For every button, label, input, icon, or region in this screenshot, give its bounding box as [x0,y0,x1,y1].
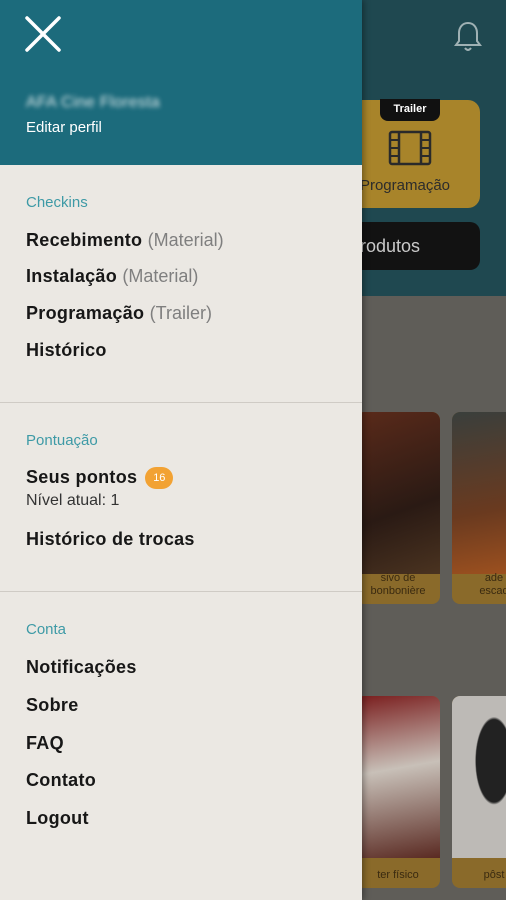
poster-caption: ter físico [377,869,419,881]
current-level: Nível atual: 1 [26,492,120,509]
menu-item-sublabel: (Material) [147,230,224,250]
conta-section-title: Conta [26,621,67,638]
poster-card[interactable]: ade escad [452,412,506,604]
menu-item-label: Histórico [26,340,107,360]
menu-item-label: Recebimento [26,230,143,250]
menu-item-seus-pontos[interactable]: Seus pontos 16 [26,467,174,489]
menu-item-programacao[interactable]: Programação (Trailer) [26,303,212,324]
menu-item-instalacao[interactable]: Instalação (Material) [26,266,198,287]
menu-item-contato[interactable]: Contato [26,770,96,791]
close-icon[interactable] [22,13,64,55]
section-divider [0,591,362,592]
menu-item-sobre[interactable]: Sobre [26,695,79,716]
bell-icon[interactable] [452,20,484,54]
produtos-label: rodutos [360,236,421,256]
menu-item-sublabel: (Trailer) [149,303,212,323]
menu-item-label: Histórico de trocas [26,529,195,549]
menu-item-historico[interactable]: Histórico [26,340,107,361]
menu-item-recebimento[interactable]: Recebimento (Material) [26,230,224,251]
drawer-header: AFA Cine Floresta Editar perfil [0,0,362,165]
menu-item-label: Seus pontos [26,467,138,487]
poster-caption: pôst [483,869,505,881]
poster-card[interactable]: ter físico [356,696,440,888]
poster-card[interactable]: pôst [452,696,506,888]
menu-item-sublabel: (Material) [122,266,199,286]
points-badge: 16 [145,467,174,489]
profile-name: AFA Cine Floresta [26,94,161,111]
edit-profile-link[interactable]: Editar perfil [26,119,102,136]
trailer-tag: Trailer [380,99,440,121]
section-divider [0,402,362,403]
menu-item-label: Programação [26,303,145,323]
poster-caption: sivo de bonbonière [370,572,426,597]
poster-caption: ade escad [479,572,506,597]
menu-item-notificacoes[interactable]: Notificações [26,657,137,678]
menu-item-label: Instalação [26,266,118,286]
menu-item-faq[interactable]: FAQ [26,733,64,754]
film-icon [388,130,432,166]
checkins-section-title: Checkins [26,194,88,211]
navigation-drawer: AFA Cine Floresta Editar perfil Checkins… [0,0,362,900]
pontuacao-section-title: Pontuação [26,432,98,449]
menu-item-logout[interactable]: Logout [26,808,89,829]
menu-item-historico-trocas[interactable]: Histórico de trocas [26,529,195,550]
poster-card[interactable]: sivo de bonbonière [356,412,440,604]
